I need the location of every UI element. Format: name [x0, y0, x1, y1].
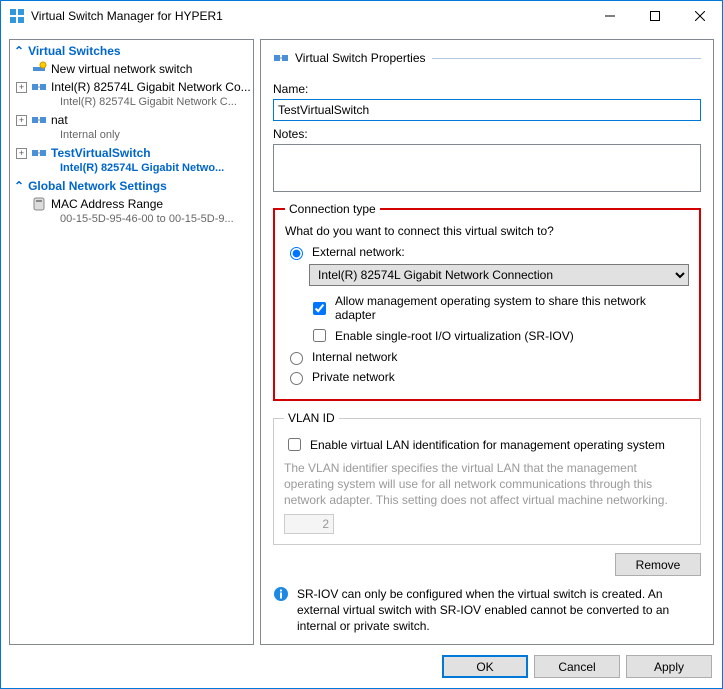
vlan-help-text: The VLAN identifier specifies the virtua… — [284, 460, 690, 508]
new-switch-icon — [31, 61, 47, 77]
vlan-enable-label: Enable virtual LAN identification for ma… — [310, 438, 665, 452]
close-button[interactable] — [677, 2, 722, 31]
sriov-checkbox[interactable] — [313, 329, 326, 342]
switch-icon — [31, 112, 47, 128]
external-network-label: External network: — [312, 245, 405, 259]
ok-button[interactable]: OK — [442, 655, 528, 678]
notes-textarea[interactable] — [273, 144, 701, 192]
switch-icon — [273, 50, 289, 66]
apply-button[interactable]: Apply — [626, 655, 712, 678]
tree-item-nat-switch[interactable]: + nat Internal only — [10, 111, 253, 144]
dialog-footer: OK Cancel Apply — [9, 651, 714, 680]
switch-icon — [31, 145, 47, 161]
expand-icon[interactable]: + — [16, 148, 27, 159]
switch-name-input[interactable] — [273, 99, 701, 121]
internal-network-label: Internal network — [312, 350, 397, 364]
cancel-button[interactable]: Cancel — [534, 655, 620, 678]
private-network-label: Private network — [312, 370, 395, 384]
connection-type-legend: Connection type — [285, 202, 380, 216]
virtual-switch-manager-window: Virtual Switch Manager for HYPER1 ⌃ Virt… — [0, 0, 723, 689]
sriov-info: SR-IOV can only be configured when the v… — [273, 586, 701, 634]
tree-item-mac-range[interactable]: MAC Address Range 00-15-5D-95-46-00 to 0… — [10, 195, 253, 228]
properties-heading: Virtual Switch Properties — [273, 50, 701, 66]
switch-tree[interactable]: ⌃ Virtual Switches New virtual network s… — [9, 39, 254, 645]
tree-item-new-switch[interactable]: New virtual network switch — [10, 60, 253, 78]
vlan-id-input — [284, 514, 334, 534]
window-title: Virtual Switch Manager for HYPER1 — [31, 9, 587, 23]
collapse-icon: ⌃ — [14, 44, 24, 58]
minimize-button[interactable] — [587, 2, 632, 31]
sriov-label: Enable single-root I/O virtualization (S… — [335, 329, 574, 343]
maximize-button[interactable] — [632, 2, 677, 31]
external-network-radio[interactable] — [290, 247, 303, 260]
info-icon — [273, 586, 289, 602]
mac-icon — [31, 196, 47, 212]
notes-label: Notes: — [273, 127, 701, 141]
allow-mgmt-label: Allow management operating system to sha… — [335, 294, 689, 322]
tree-item-testvirtualswitch[interactable]: + TestVirtualSwitch Intel(R) 82574L Giga… — [10, 144, 253, 177]
vlan-group: VLAN ID Enable virtual LAN identificatio… — [273, 411, 701, 545]
vlan-legend: VLAN ID — [284, 411, 339, 425]
properties-panel: Virtual Switch Properties Name: Notes: C… — [260, 39, 714, 645]
switch-icon — [31, 79, 47, 95]
titlebar: Virtual Switch Manager for HYPER1 — [1, 1, 722, 31]
allow-mgmt-checkbox[interactable] — [313, 302, 326, 315]
connection-type-group: Connection type What do you want to conn… — [273, 202, 701, 401]
name-label: Name: — [273, 82, 701, 96]
expand-icon[interactable]: + — [16, 82, 27, 93]
expand-icon[interactable]: + — [16, 115, 27, 126]
app-icon — [9, 8, 25, 24]
internal-network-radio[interactable] — [290, 352, 303, 365]
vlan-enable-checkbox[interactable] — [288, 438, 301, 451]
collapse-icon: ⌃ — [14, 179, 24, 193]
tree-group-virtual-switches[interactable]: ⌃ Virtual Switches — [10, 42, 253, 60]
private-network-radio[interactable] — [290, 372, 303, 385]
remove-button[interactable]: Remove — [615, 553, 701, 576]
tree-group-global-settings[interactable]: ⌃ Global Network Settings — [10, 177, 253, 195]
connection-question: What do you want to connect this virtual… — [285, 224, 689, 238]
external-adapter-select[interactable]: Intel(R) 82574L Gigabit Network Connecti… — [309, 264, 689, 286]
tree-item-intel-switch[interactable]: + Intel(R) 82574L Gigabit Network Co... … — [10, 78, 253, 111]
